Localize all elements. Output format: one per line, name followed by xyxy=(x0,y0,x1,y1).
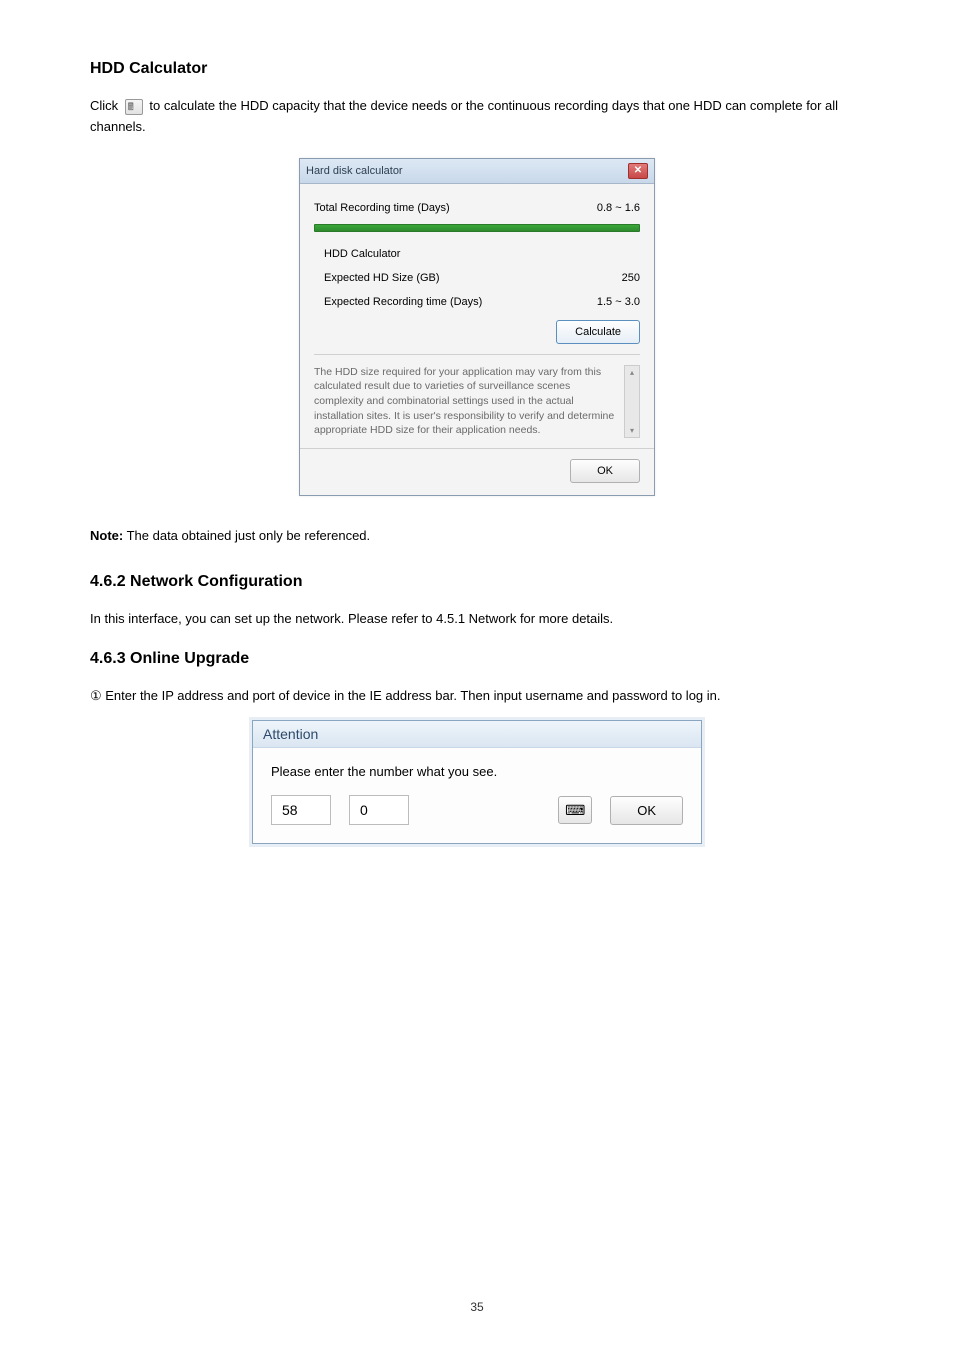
total-recording-value: 0.8 ~ 1.6 xyxy=(597,202,640,214)
online-upgrade-heading: 4.6.3 Online Upgrade xyxy=(90,650,864,668)
total-recording-label: Total Recording time (Days) xyxy=(314,202,450,214)
scroll-down-icon[interactable]: ▾ xyxy=(630,426,634,435)
captcha-input[interactable]: 0 xyxy=(349,795,409,825)
note-paragraph: Note: The data obtained just only be ref… xyxy=(90,526,864,547)
attention-titlebar[interactable]: Attention xyxy=(253,721,701,748)
close-icon[interactable]: ✕ xyxy=(628,163,648,179)
expected-hd-size-label: Expected HD Size (GB) xyxy=(324,272,440,284)
note-text: The data obtained just only be reference… xyxy=(123,528,370,543)
hdd-dialog-title: Hard disk calculator xyxy=(306,165,403,177)
keyboard-icon[interactable]: ⌨ xyxy=(558,796,592,824)
intro-text-2: to calculate the HDD capacity that the d… xyxy=(90,98,838,134)
attention-prompt: Please enter the number what you see. xyxy=(271,764,683,779)
page-number: 35 xyxy=(0,1300,954,1314)
network-config-heading: 4.6.2 Network Configuration xyxy=(90,573,864,591)
network-config-text: In this interface, you can set up the ne… xyxy=(90,609,864,630)
captcha-display: 58 xyxy=(271,795,331,825)
attention-dialog: Attention Please enter the number what y… xyxy=(252,720,702,844)
calculator-icon xyxy=(125,99,143,115)
hdd-ok-button[interactable]: OK xyxy=(570,459,640,483)
intro-paragraph: Click to calculate the HDD capacity that… xyxy=(90,96,864,138)
hdd-calculator-heading: HDD Calculator xyxy=(90,60,864,78)
intro-text-1: Click xyxy=(90,98,122,113)
hdd-calc-subheading: HDD Calculator xyxy=(324,248,400,260)
expected-recording-days-value: 1.5 ~ 3.0 xyxy=(597,296,640,308)
progress-bar xyxy=(314,224,640,232)
hdd-disclaimer-text: The HDD size required for your applicati… xyxy=(314,365,620,438)
note-label: Note: xyxy=(90,528,123,543)
attention-title: Attention xyxy=(263,726,318,742)
attention-ok-button[interactable]: OK xyxy=(610,796,683,825)
hdd-calculator-dialog: Hard disk calculator ✕ Total Recording t… xyxy=(299,158,655,496)
hdd-dialog-titlebar[interactable]: Hard disk calculator ✕ xyxy=(300,159,654,184)
online-upgrade-step: ① Enter the IP address and port of devic… xyxy=(90,686,864,707)
scroll-up-icon[interactable]: ▴ xyxy=(630,368,634,377)
expected-hd-size-value: 250 xyxy=(622,272,640,284)
calculate-button[interactable]: Calculate xyxy=(556,320,640,344)
scrollbar[interactable]: ▴ ▾ xyxy=(624,365,640,438)
expected-recording-days-label: Expected Recording time (Days) xyxy=(324,296,482,308)
